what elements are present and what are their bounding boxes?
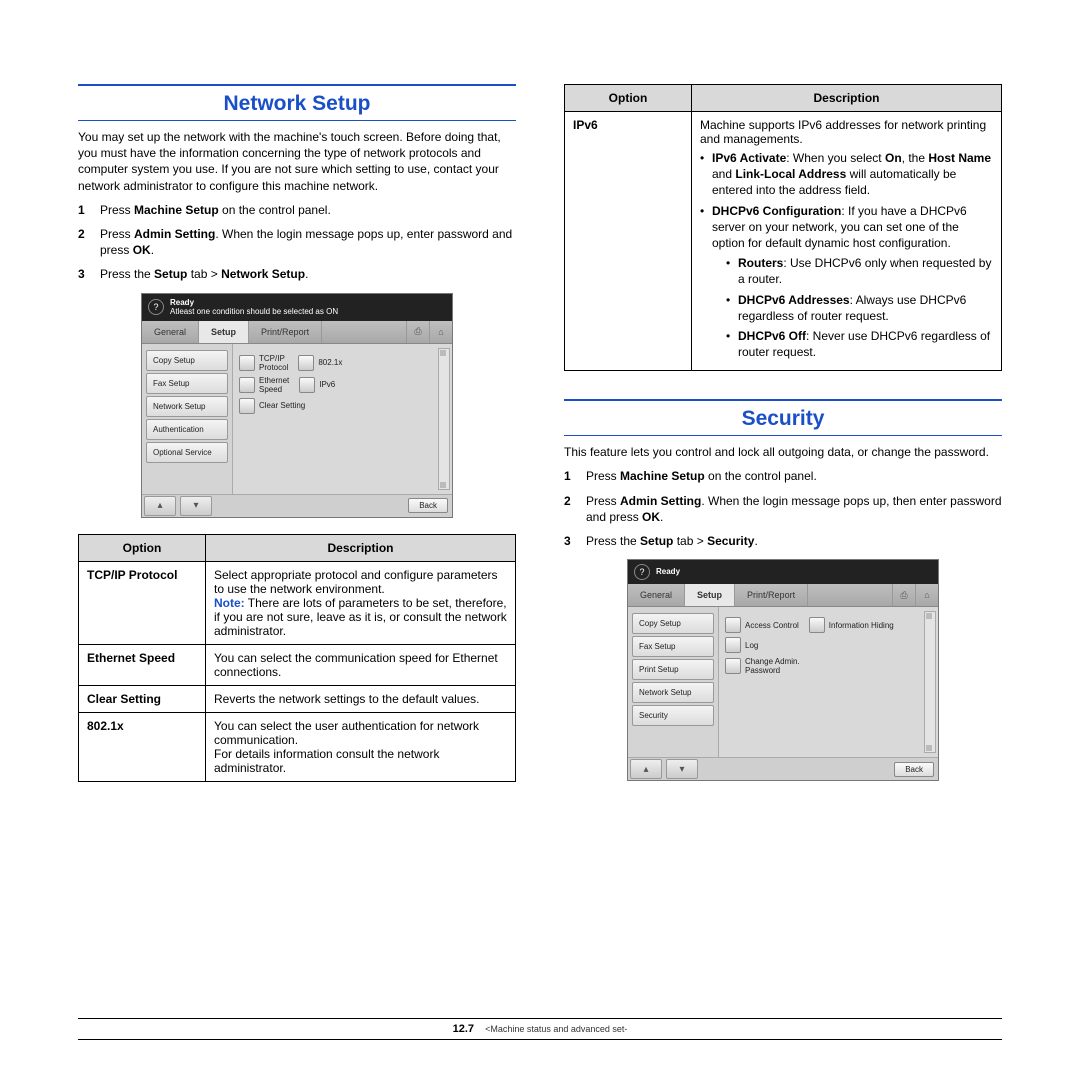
steps-network: 1Press Machine Setup on the control pane…	[78, 202, 516, 283]
steps-security: 1Press Machine Setup on the control pane…	[564, 468, 1002, 549]
help-icon: ?	[148, 299, 164, 315]
scrollbar[interactable]	[924, 611, 936, 753]
back-button[interactable]: Back	[894, 762, 934, 777]
sidebar-item[interactable]: Print Setup	[632, 659, 714, 680]
home-icon[interactable]: ⌂	[915, 584, 938, 606]
opt-change-admin-password[interactable]: Change Admin. Password	[725, 657, 800, 675]
help-icon: ?	[634, 564, 650, 580]
nav-down-icon[interactable]: ▾	[180, 496, 212, 516]
sidebar-item[interactable]: Copy Setup	[146, 350, 228, 371]
opt-tcpip[interactable]: TCP/IP Protocol	[239, 354, 288, 372]
sidebar-item[interactable]: Security	[632, 705, 714, 726]
intro-network: You may set up the network with the mach…	[78, 129, 516, 194]
screenshot-security: ? Ready General Setup Print/Report ⎙ ⌂ C…	[627, 559, 939, 781]
page-footer: 12.7 <Machine status and advanced set-	[78, 1018, 1002, 1040]
sidebar-item[interactable]: Network Setup	[632, 682, 714, 703]
table-ipv6: OptionDescription IPv6 Machine supports …	[564, 84, 1002, 371]
opt-ipv6[interactable]: IPv6	[299, 377, 335, 393]
sidebar-item[interactable]: Network Setup	[146, 396, 228, 417]
scrollbar[interactable]	[438, 348, 450, 490]
heading-security: Security	[564, 399, 1002, 436]
tab-general[interactable]: General	[628, 584, 685, 606]
tool-icon[interactable]: ⎙	[406, 321, 429, 343]
back-button[interactable]: Back	[408, 498, 448, 513]
home-icon[interactable]: ⌂	[429, 321, 452, 343]
tab-setup[interactable]: Setup	[685, 584, 735, 606]
screenshot-network-setup: ? Ready Atleast one condition should be …	[141, 293, 453, 518]
nav-down-icon[interactable]: ▾	[666, 759, 698, 779]
table-network-options: OptionDescription TCP/IP Protocol Select…	[78, 534, 516, 782]
sidebar-item[interactable]: Fax Setup	[146, 373, 228, 394]
opt-access-control[interactable]: Access Control	[725, 617, 799, 633]
tab-print-report[interactable]: Print/Report	[249, 321, 322, 343]
tab-general[interactable]: General	[142, 321, 199, 343]
tool-icon[interactable]: ⎙	[892, 584, 915, 606]
heading-network-setup: Network Setup	[78, 84, 516, 121]
opt-8021x[interactable]: 802.1x	[298, 355, 342, 371]
sidebar-item[interactable]: Optional Service	[146, 442, 228, 463]
opt-information-hiding[interactable]: Information Hiding	[809, 617, 894, 633]
opt-clear-setting[interactable]: Clear Setting	[239, 398, 305, 414]
tab-setup[interactable]: Setup	[199, 321, 249, 343]
tab-print-report[interactable]: Print/Report	[735, 584, 808, 606]
sidebar-item[interactable]: Fax Setup	[632, 636, 714, 657]
nav-up-icon[interactable]: ▴	[144, 496, 176, 516]
sidebar-item[interactable]: Authentication	[146, 419, 228, 440]
nav-up-icon[interactable]: ▴	[630, 759, 662, 779]
intro-security: This feature lets you control and lock a…	[564, 444, 1002, 460]
opt-ethernet-speed[interactable]: Ethernet Speed	[239, 376, 289, 394]
sidebar-item[interactable]: Copy Setup	[632, 613, 714, 634]
opt-log[interactable]: Log	[725, 637, 758, 653]
